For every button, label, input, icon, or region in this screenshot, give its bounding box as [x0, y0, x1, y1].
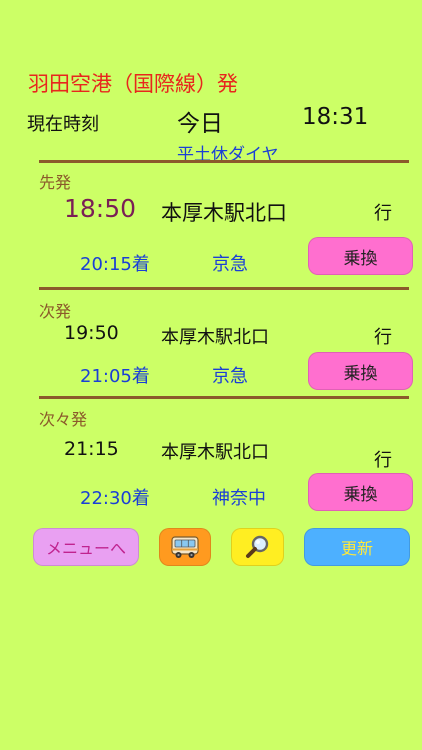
arrival-time-third: 22:30着: [80, 488, 150, 509]
menu-button[interactable]: メニューへ: [33, 528, 139, 566]
day-label: 今日: [177, 111, 223, 137]
current-time-label: 現在時刻: [27, 114, 99, 135]
section-label-third: 次々発: [39, 410, 88, 429]
divider: [39, 287, 409, 290]
arrival-time-first: 20:15着: [80, 254, 150, 275]
destination-second: 本厚木駅北口: [161, 327, 269, 348]
departure-time-third: 21:15: [64, 438, 119, 460]
transfer-button-second[interactable]: 乗換: [308, 352, 413, 390]
section-label-second: 次発: [39, 302, 72, 321]
magnifier-icon: [244, 533, 272, 561]
bus-button[interactable]: [159, 528, 211, 566]
operator-second: 京急: [212, 366, 248, 387]
arrival-time-second: 21:05着: [80, 366, 150, 387]
page-title: 羽田空港（国際線）発: [28, 72, 238, 96]
bound-label-second: 行: [374, 327, 392, 348]
departure-time-first: 18:50: [64, 194, 137, 223]
departure-time-second: 19:50: [64, 322, 119, 344]
bound-label-first: 行: [374, 203, 392, 224]
transfer-button-first[interactable]: 乗換: [308, 237, 413, 275]
divider: [39, 396, 409, 399]
operator-third: 神奈中: [212, 488, 266, 509]
destination-first: 本厚木駅北口: [161, 201, 287, 225]
current-time: 18:31: [302, 104, 369, 130]
refresh-button[interactable]: 更新: [304, 528, 410, 566]
search-button[interactable]: [231, 528, 284, 566]
divider: [39, 160, 409, 163]
operator-first: 京急: [212, 254, 248, 275]
section-label-first: 先発: [39, 173, 72, 192]
bound-label-third: 行: [374, 450, 392, 471]
destination-third: 本厚木駅北口: [161, 442, 269, 463]
transfer-button-third[interactable]: 乗換: [308, 473, 413, 511]
bus-icon: [170, 535, 200, 559]
